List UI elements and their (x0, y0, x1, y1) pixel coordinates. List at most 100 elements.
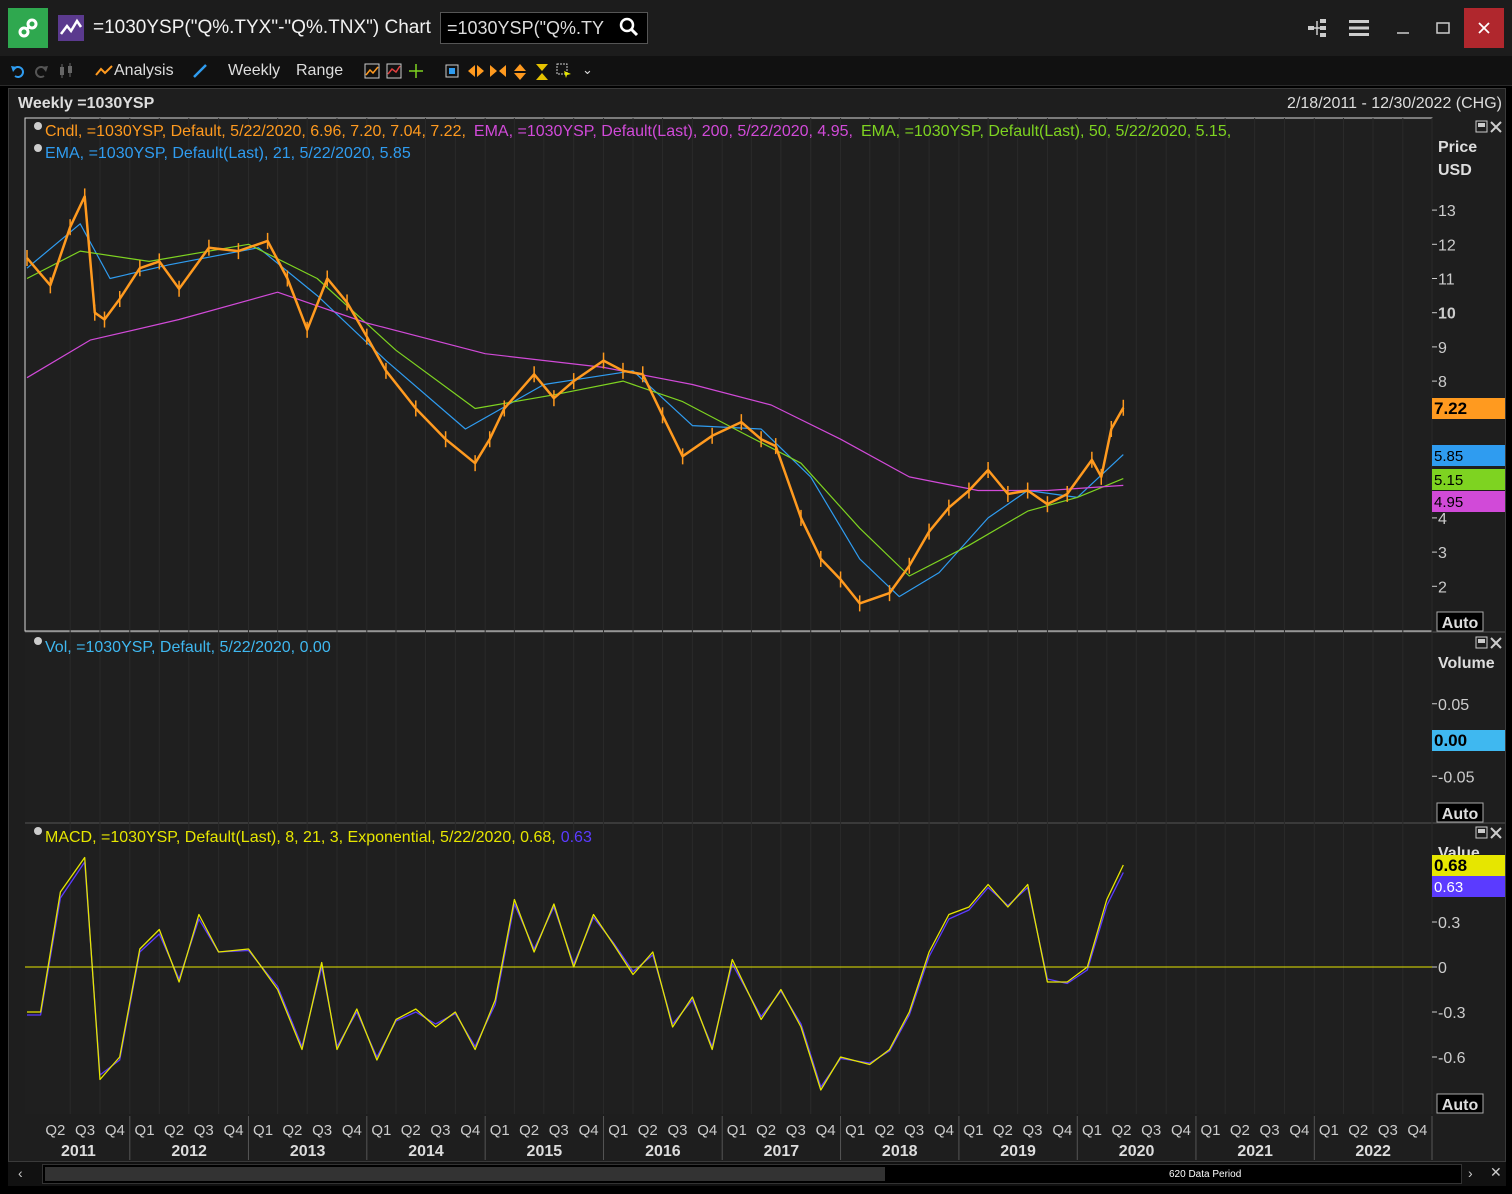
macd-panel[interactable] (25, 824, 1432, 1114)
scroll-track[interactable]: 620 Data Period (42, 1164, 1462, 1184)
volume-auto-button[interactable]: Auto (1436, 802, 1484, 823)
quarter-tick-label: Q1 (1319, 1122, 1339, 1139)
quarter-tick-label: Q3 (549, 1122, 569, 1139)
quarter-tick-label: Q2 (1348, 1122, 1368, 1139)
quarter-tick-label: Q2 (638, 1122, 658, 1139)
price-tick-label: 8 (1438, 374, 1447, 391)
quarter-tick-label: Q4 (342, 1122, 362, 1139)
quarter-tick-label: Q4 (816, 1122, 836, 1139)
panel-close-icon[interactable] (1490, 827, 1502, 839)
data-period-label: 620 Data Period (1169, 1169, 1242, 1180)
quarter-tick-label: Q2 (1112, 1122, 1132, 1139)
year-tick-label: 2015 (527, 1143, 563, 1160)
quarter-tick-label: Q1 (1201, 1122, 1221, 1139)
quarter-tick-label: Q1 (135, 1122, 155, 1139)
quarter-tick-label: Q3 (75, 1122, 95, 1139)
quarter-tick-label: Q3 (667, 1122, 687, 1139)
quarter-tick-label: Q4 (579, 1122, 599, 1139)
quarter-tick-label: Q3 (1378, 1122, 1398, 1139)
price-legend-line2: EMA, =1030YSP, Default(Last), 21, 5/22/2… (45, 145, 411, 162)
macd-panel-controls[interactable] (1475, 826, 1502, 839)
volume-legend-text: Vol, =1030YSP, Default, 5/22/2020, 0.00 (45, 639, 331, 656)
macd-tick-label: 0 (1438, 960, 1447, 977)
price-auto-button[interactable]: Auto (1436, 611, 1484, 632)
quarter-tick-label: Q4 (1171, 1122, 1191, 1139)
year-tick-label: 2020 (1119, 1143, 1155, 1160)
quarter-tick-label: Q3 (1023, 1122, 1043, 1139)
quarter-tick-label: Q3 (786, 1122, 806, 1139)
year-tick-label: 2016 (645, 1143, 681, 1160)
panel-close-icon[interactable] (1490, 637, 1502, 649)
volume-tick-label: -0.05 (1438, 769, 1475, 786)
scroll-right-icon[interactable]: › (1468, 1165, 1473, 1181)
value-tag-label-signal: 0.63 (1434, 879, 1463, 896)
volume-legend[interactable]: Vol, =1030YSP, Default, 5/22/2020, 0.00 (34, 637, 331, 656)
price-legend-line1: Cndl, =1030YSP, Default, 5/22/2020, 6.96… (45, 123, 1231, 140)
quarter-tick-label: Q3 (194, 1122, 214, 1139)
quarter-tick-label: Q4 (224, 1122, 244, 1139)
quarter-tick-label: Q4 (1052, 1122, 1072, 1139)
volume-axis-title: Volume (1438, 655, 1495, 672)
quarter-tick-label: Q3 (312, 1122, 332, 1139)
year-tick-label: 2021 (1237, 1143, 1273, 1160)
year-tick-label: 2022 (1355, 1143, 1391, 1160)
ema21-legend: EMA, =1030YSP, Default(Last), 21, 5/22/2… (45, 145, 411, 162)
quarter-tick-label: Q4 (697, 1122, 717, 1139)
price-tick-label: 4 (1438, 511, 1447, 528)
quarter-tick-label: Q3 (1260, 1122, 1280, 1139)
quarter-tick-label: Q3 (430, 1122, 450, 1139)
quarter-tick-label: Q3 (904, 1122, 924, 1139)
quarter-tick-label: Q3 (1141, 1122, 1161, 1139)
value-tag-label-ema50: 5.15 (1434, 472, 1463, 489)
value-tag-label-volume: 0.00 (1434, 731, 1467, 750)
legend-dot-icon[interactable] (34, 827, 42, 835)
price-tick-label: 3 (1438, 545, 1447, 562)
time-scroll-bar[interactable]: ‹ 620 Data Period › ✕ (8, 1162, 1506, 1186)
value-tag-label-last: 7.22 (1434, 399, 1467, 418)
scroll-close-icon[interactable]: ✕ (1490, 1164, 1502, 1181)
quarter-tick-label: Q2 (874, 1122, 894, 1139)
chart-canvas[interactable]: 2348910111213 0.05-0.05 0.30-0.3-0.6 Q2 Q… (0, 0, 1512, 1194)
scroll-left-icon[interactable]: ‹ (18, 1165, 23, 1181)
volume-panel[interactable] (25, 633, 1432, 822)
year-tick-label: 2014 (408, 1143, 444, 1160)
price-tick-label: 2 (1438, 579, 1447, 596)
ema200-legend: EMA, =1030YSP, Default(Last), 200, 5/22/… (474, 123, 853, 140)
auto-label: Auto (1442, 615, 1479, 632)
quarter-tick-label: Q4 (1407, 1122, 1427, 1139)
volume-tick-label: 0.05 (1438, 697, 1469, 714)
macd-legend-main: MACD, =1030YSP, Default(Last), 8, 21, 3,… (45, 829, 556, 846)
macd-auto-button[interactable]: Auto (1436, 1093, 1484, 1114)
year-tick-label: 2018 (882, 1143, 918, 1160)
macd-tick-label: -0.6 (1438, 1050, 1466, 1067)
scroll-thumb[interactable] (45, 1167, 885, 1181)
ema50-legend: EMA, =1030YSP, Default(Last), 50, 5/22/2… (861, 123, 1231, 140)
legend-dot-icon[interactable] (34, 144, 42, 152)
year-tick-label: 2011 (61, 1143, 96, 1160)
auto-label: Auto (1442, 1097, 1479, 1114)
quarter-tick-label: Q1 (727, 1122, 747, 1139)
legend-dot-icon[interactable] (34, 637, 42, 645)
year-tick-label: 2017 (764, 1143, 800, 1160)
macd-legend-signal: 0.63 (561, 829, 592, 846)
price-axis-title: Price (1438, 139, 1477, 156)
price-panel[interactable] (24, 117, 1433, 632)
quarter-tick-label: Q1 (963, 1122, 983, 1139)
candle-legend: Cndl, =1030YSP, Default, 5/22/2020, 6.96… (45, 123, 466, 140)
price-panel-controls[interactable] (1475, 120, 1502, 133)
macd-legend[interactable]: MACD, =1030YSP, Default(Last), 8, 21, 3,… (34, 827, 592, 846)
quarter-tick-label: Q2 (45, 1122, 65, 1139)
quarter-tick-label: Q2 (993, 1122, 1013, 1139)
legend-dot-icon[interactable] (34, 122, 42, 130)
price-axis-unit: USD (1438, 162, 1472, 179)
panel-restore-glyph (1478, 123, 1485, 127)
value-tag-label-ema21: 5.85 (1434, 448, 1463, 465)
panel-close-icon[interactable] (1490, 121, 1502, 133)
volume-panel-controls[interactable] (1475, 636, 1502, 649)
quarter-tick-label: Q2 (756, 1122, 776, 1139)
price-tick-label: 11 (1438, 272, 1455, 289)
quarter-tick-label: Q2 (282, 1122, 302, 1139)
year-tick-label: 2013 (290, 1143, 326, 1160)
macd-legend-text: MACD, =1030YSP, Default(Last), 8, 21, 3,… (45, 829, 592, 846)
quarter-tick-label: Q1 (1082, 1122, 1102, 1139)
